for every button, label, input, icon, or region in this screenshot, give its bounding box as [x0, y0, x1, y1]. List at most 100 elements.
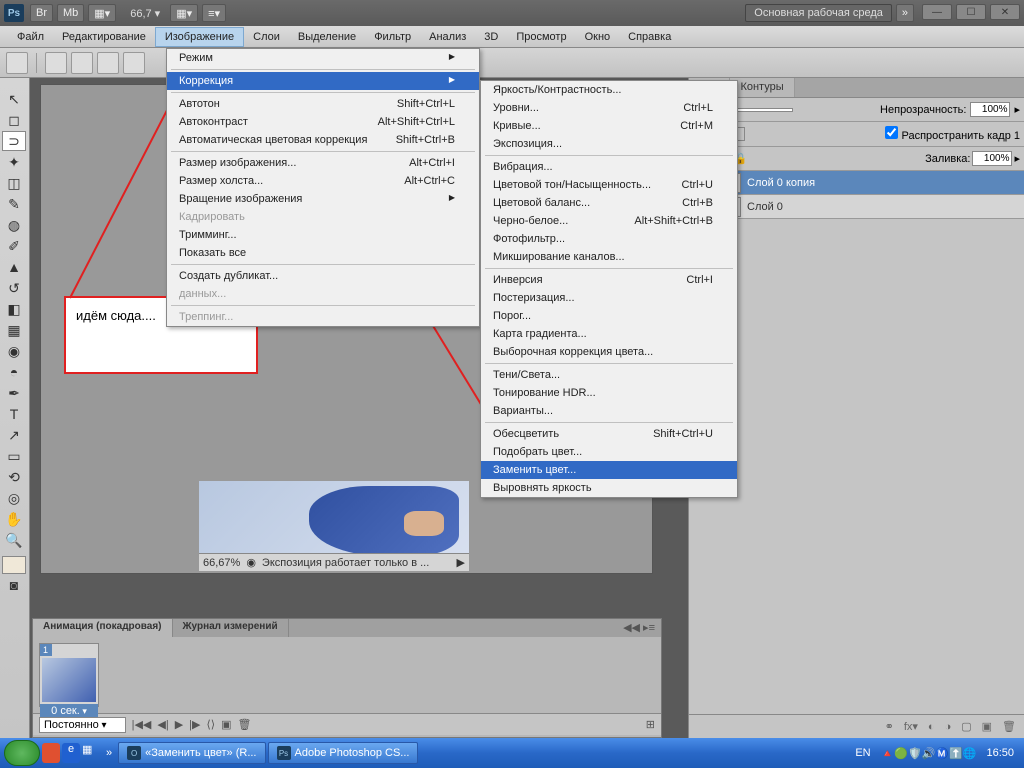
first-frame-button[interactable]: |◀◀ — [132, 718, 152, 731]
quick-launch-desktop[interactable]: ▦ — [82, 743, 100, 763]
wand-tool[interactable]: ✦ — [2, 152, 26, 172]
new-frame-button[interactable]: ▣ — [221, 718, 231, 731]
clock[interactable]: 16:50 — [986, 747, 1014, 759]
menu-item[interactable]: Тени/Света... — [481, 366, 737, 384]
move-tool[interactable]: ↖ — [2, 89, 26, 109]
trash-icon[interactable]: 🗑 — [1002, 720, 1016, 733]
menu-item[interactable]: Микширование каналов... — [481, 248, 737, 266]
menu-item[interactable]: Размер холста...Alt+Ctrl+C — [167, 172, 479, 190]
healing-tool[interactable]: ◍ — [2, 215, 26, 235]
menu-item[interactable]: АвтоконтрастAlt+Shift+Ctrl+L — [167, 113, 479, 131]
fx-icon[interactable]: fx▾ — [904, 720, 918, 733]
menu-item[interactable]: АвтотонShift+Ctrl+L — [167, 95, 479, 113]
loop-select[interactable]: Постоянно ▾ — [39, 717, 126, 733]
3d-camera-tool[interactable]: ◎ — [2, 488, 26, 508]
workspace-more[interactable]: » — [896, 4, 914, 22]
taskbar-item[interactable]: PsAdobe Photoshop CS... — [268, 742, 419, 764]
menu-item[interactable]: Автоматическая цветовая коррекцияShift+C… — [167, 131, 479, 149]
menu-item[interactable]: Постеризация... — [481, 289, 737, 307]
timeline-mode-button[interactable]: ⊞ — [646, 718, 655, 731]
play-button[interactable]: ▶ — [175, 718, 183, 731]
next-frame-button[interactable]: |▶ — [189, 718, 200, 731]
animation-frame[interactable]: 1 0 сек. ▾ — [39, 643, 99, 707]
menu-item[interactable]: Показать все — [167, 244, 479, 262]
3d-tool[interactable]: ⟲ — [2, 467, 26, 487]
menu-item[interactable]: Экспозиция... — [481, 135, 737, 153]
selection-subtract[interactable] — [97, 52, 119, 74]
screen-mode-button[interactable]: ▦▾ — [170, 4, 198, 22]
menu-анализ[interactable]: Анализ — [420, 28, 475, 46]
foreground-color[interactable] — [2, 556, 26, 574]
menu-редактирование[interactable]: Редактирование — [53, 28, 155, 46]
zoom-tool[interactable]: 🔍 — [2, 530, 26, 550]
tab-animation[interactable]: Анимация (покадровая) — [33, 619, 173, 637]
bridge-button[interactable]: Br — [30, 4, 53, 22]
menu-item[interactable]: Цветовой тон/Насыщенность...Ctrl+U — [481, 176, 737, 194]
hand-tool[interactable]: ✋ — [2, 509, 26, 529]
menu-item[interactable]: Черно-белое...Alt+Shift+Ctrl+B — [481, 212, 737, 230]
gradient-tool[interactable]: ▦ — [2, 320, 26, 340]
menu-окно[interactable]: Окно — [576, 28, 620, 46]
workspace-switcher[interactable]: Основная рабочая среда — [745, 4, 892, 22]
menu-item[interactable]: Заменить цвет... — [481, 461, 737, 479]
crop-tool[interactable]: ◫ — [2, 173, 26, 193]
menu-item[interactable]: Выборочная коррекция цвета... — [481, 343, 737, 361]
language-indicator[interactable]: EN — [855, 747, 870, 759]
dodge-tool[interactable]: ◓ — [2, 362, 26, 382]
shape-tool[interactable]: ▭ — [2, 446, 26, 466]
canvas-image[interactable] — [199, 481, 469, 561]
menu-выделение[interactable]: Выделение — [289, 28, 365, 46]
menu-item[interactable]: Размер изображения...Alt+Ctrl+I — [167, 154, 479, 172]
menu-item[interactable]: Коррекция — [167, 72, 479, 90]
folder-icon[interactable]: ▢ — [961, 720, 971, 733]
menu-файл[interactable]: Файл — [8, 28, 53, 46]
minibridge-button[interactable]: Mb — [57, 4, 84, 22]
menu-item[interactable]: Вибрация... — [481, 158, 737, 176]
menu-item[interactable]: Яркость/Контрастность... — [481, 81, 737, 99]
menu-item[interactable]: Кривые...Ctrl+M — [481, 117, 737, 135]
extras-button[interactable]: ≡▾ — [202, 4, 226, 22]
menu-item[interactable]: Создать дубликат... — [167, 267, 479, 285]
propagate-frame-checkbox[interactable] — [885, 126, 898, 139]
quickmask-button[interactable]: ◙ — [2, 575, 26, 595]
arrange-button[interactable]: ▦▾ — [88, 4, 116, 22]
layer-row[interactable]: Слой 0 — [689, 195, 1024, 219]
prev-frame-button[interactable]: ◀| — [157, 718, 168, 731]
menu-просмотр[interactable]: Просмотр — [507, 28, 575, 46]
menu-справка[interactable]: Справка — [619, 28, 680, 46]
tool-preset[interactable] — [6, 52, 28, 74]
start-button[interactable] — [4, 740, 40, 766]
eyedropper-tool[interactable]: ✎ — [2, 194, 26, 214]
zoom-level[interactable]: 66,7 ▾ — [130, 7, 160, 20]
menu-фильтр[interactable]: Фильтр — [365, 28, 420, 46]
pen-tool[interactable]: ✒ — [2, 383, 26, 403]
selection-intersect[interactable] — [123, 52, 145, 74]
quick-launch-more[interactable]: » — [102, 747, 116, 759]
tween-button[interactable]: ⟨⟩ — [207, 718, 216, 731]
type-tool[interactable]: T — [2, 404, 26, 424]
menu-item[interactable]: Вращение изображения — [167, 190, 479, 208]
eraser-tool[interactable]: ◧ — [2, 299, 26, 319]
menu-item[interactable]: Цветовой баланс...Ctrl+B — [481, 194, 737, 212]
tab-measurements[interactable]: Журнал измерений — [173, 619, 289, 637]
menu-item[interactable]: Карта градиента... — [481, 325, 737, 343]
close-button[interactable]: ✕ — [990, 4, 1020, 20]
opacity-input[interactable]: 100% — [970, 102, 1010, 117]
lasso-tool[interactable]: ⊃ — [2, 131, 26, 151]
menu-изображение[interactable]: Изображение — [155, 27, 244, 47]
mask-icon[interactable]: ◐ — [928, 721, 935, 733]
panel-tab-paths[interactable]: Контуры — [730, 78, 794, 97]
status-zoom[interactable]: 66,67% — [203, 557, 240, 569]
link-layers-icon[interactable]: ⚭ — [885, 720, 894, 733]
new-layer-icon[interactable]: ▣ — [982, 720, 992, 733]
marquee-tool[interactable]: ◻ — [2, 110, 26, 130]
menu-item[interactable]: Тонирование HDR... — [481, 384, 737, 402]
brush-tool[interactable]: ✐ — [2, 236, 26, 256]
selection-new[interactable] — [45, 52, 67, 74]
menu-item[interactable]: Тримминг... — [167, 226, 479, 244]
menu-слои[interactable]: Слои — [244, 28, 289, 46]
history-brush-tool[interactable]: ↺ — [2, 278, 26, 298]
quick-launch-opera[interactable] — [42, 743, 60, 763]
layer-row[interactable]: Слой 0 копия — [689, 171, 1024, 195]
fill-input[interactable]: 100% — [972, 151, 1012, 166]
